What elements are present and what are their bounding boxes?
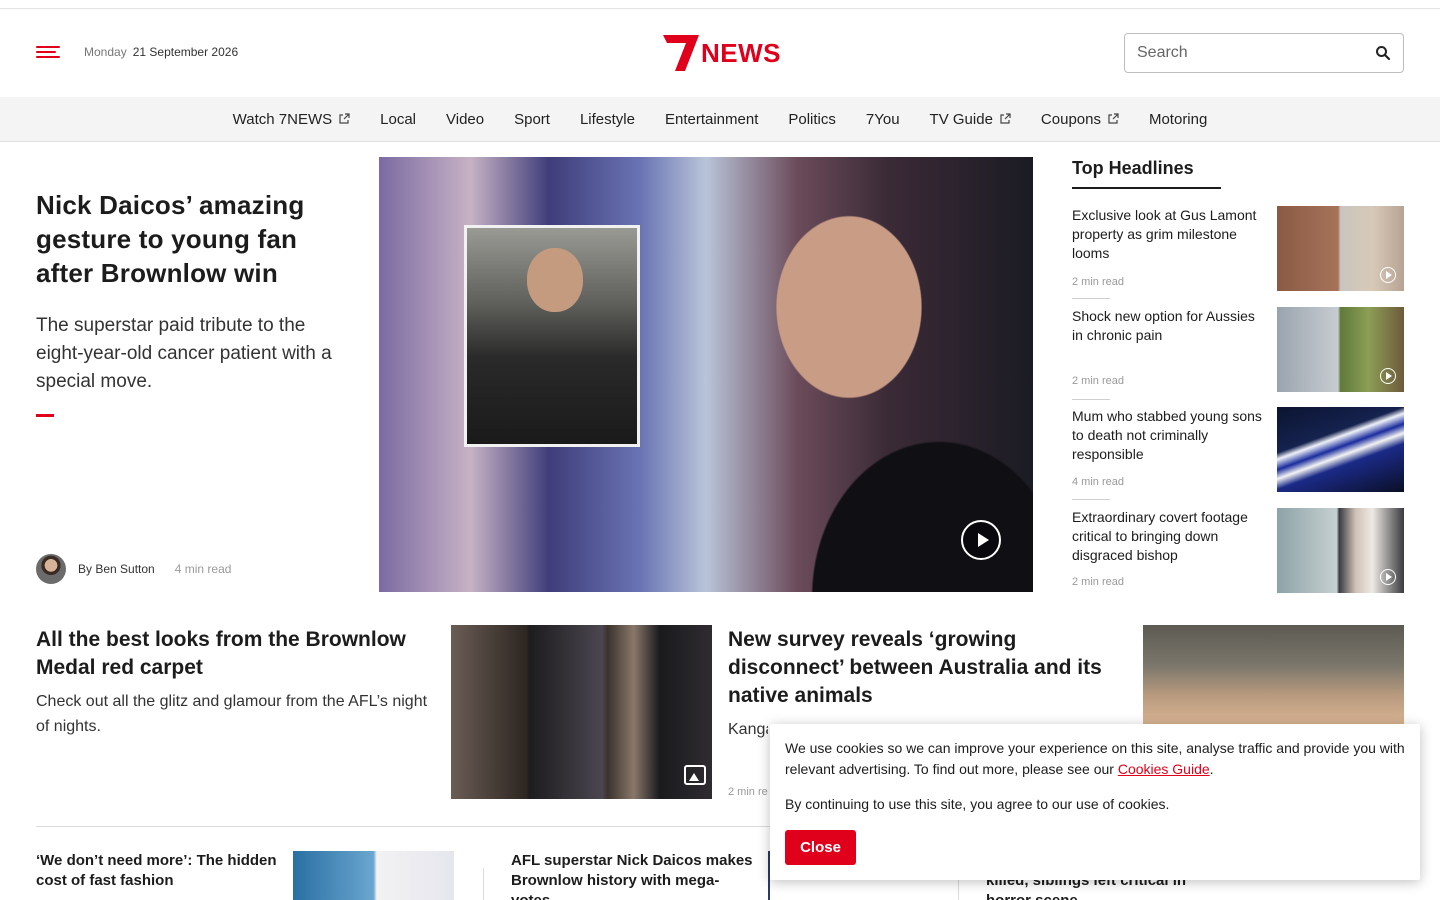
date-day: Monday [84,45,127,59]
top-headline-thumbnail[interactable] [1277,206,1404,291]
nav-lifestyle[interactable]: Lifestyle [580,111,635,128]
cookies-guide-link[interactable]: Cookies Guide [1118,761,1210,777]
top-headline-item[interactable]: Shock new option for Aussies in chronic … [1072,307,1404,400]
top-headline-item[interactable]: Exclusive look at Gus Lamont property as… [1072,206,1404,299]
story-headline[interactable]: All the best looks from the Brownlow Med… [36,626,426,682]
nav-coupons[interactable]: Coupons [1041,111,1119,128]
item-divider [1072,399,1110,400]
story-headline[interactable]: ‘We don’t need more’: The hidden cost of… [36,851,281,891]
hero-read-time: 4 min read [174,562,232,576]
top-headline-read-time: 2 min read [1072,276,1124,288]
top-headline-title[interactable]: Exclusive look at Gus Lamont property as… [1072,206,1264,263]
nav-motoring[interactable]: Motoring [1149,111,1207,128]
external-link-icon [1000,113,1011,124]
top-headline-thumbnail[interactable] [1277,407,1404,492]
story-headline[interactable]: AFL superstar Nick Daicos makes Brownlow… [511,851,756,900]
menu-icon[interactable] [36,46,60,60]
top-headline-thumbnail[interactable] [1277,508,1404,593]
cookie-close-button[interactable]: Close [785,830,856,865]
hero-accent-dash [36,414,54,417]
search-input[interactable] [1137,34,1361,72]
hero-author: By Ben Sutton 4 min read [36,554,231,584]
nav-video[interactable]: Video [446,111,484,128]
top-headlines-underline [1072,187,1221,189]
video-indicator-icon [1380,368,1396,384]
author-name[interactable]: By Ben Sutton [78,562,155,576]
nav-7you[interactable]: 7You [866,111,900,128]
story-summary: Kangaroos and ... native [728,721,768,738]
cookie-message: We use cookies so we can improve your ex… [785,740,1405,777]
header-date: Monday 21 September 2026 [84,45,238,59]
nav-local[interactable]: Local [380,111,416,128]
top-headline-read-time: 4 min read [1072,476,1124,488]
top-headline-thumbnail[interactable] [1277,307,1404,392]
gallery-icon [684,765,706,785]
story-image[interactable] [1143,625,1404,725]
top-headline-title[interactable]: Shock new option for Aussies in chronic … [1072,307,1264,345]
hero-summary: The superstar paid tribute to the eight-… [36,315,332,392]
video-indicator-icon [1380,267,1396,283]
hero-image[interactable] [379,157,1033,592]
story-summary: Check out all the glitz and glamour from… [36,693,428,735]
date-full: 21 September 2026 [132,45,239,59]
cookie-banner: We use cookies so we can improve your ex… [770,724,1420,880]
nav-politics[interactable]: Politics [788,111,836,128]
site-header: Monday 21 September 2026 NEWS [0,9,1440,97]
top-headline-item[interactable]: Extraordinary covert footage critical to… [1072,508,1404,593]
site-logo[interactable]: NEWS [663,33,799,73]
column-divider [483,868,484,900]
play-video-icon[interactable] [961,520,1001,560]
top-headline-title[interactable]: Mum who stabbed young sons to death not … [1072,407,1264,464]
top-headline-title[interactable]: Extraordinary covert footage critical to… [1072,508,1267,565]
main-nav: Watch 7NEWS Local Video Sport Lifestyle … [0,97,1440,142]
hero-headline[interactable]: Nick Daicos’ amazing gesture to young fa… [36,188,346,290]
video-indicator-icon [1380,569,1396,585]
gallery-image[interactable] [451,625,712,799]
cookie-consent-text: By continuing to use this site, you agre… [785,796,1170,812]
top-headline-item[interactable]: Mum who stabbed young sons to death not … [1072,407,1404,500]
story-headline[interactable]: New survey reveals ‘growing disconnect’ … [728,626,1128,710]
nav-watch-7news[interactable]: Watch 7NEWS [233,111,350,128]
top-headline-read-time: 2 min read [1072,576,1124,588]
nav-sport[interactable]: Sport [514,111,550,128]
top-headlines-heading: Top Headlines [1072,158,1194,178]
hero-inset-photo [464,225,640,447]
external-link-icon [1108,113,1119,124]
top-headline-read-time: 2 min read [1072,375,1124,387]
story-thumbnail[interactable] [293,851,454,900]
item-divider [1072,298,1110,299]
item-divider [1072,499,1110,500]
nav-entertainment[interactable]: Entertainment [665,111,758,128]
nav-tv-guide[interactable]: TV Guide [930,111,1011,128]
search-icon[interactable] [1375,45,1391,61]
story-read-time: 2 min re [728,786,768,798]
author-avatar[interactable] [36,554,66,584]
search-box [1124,33,1404,73]
svg-text:NEWS: NEWS [701,38,781,68]
external-link-icon [339,113,350,124]
